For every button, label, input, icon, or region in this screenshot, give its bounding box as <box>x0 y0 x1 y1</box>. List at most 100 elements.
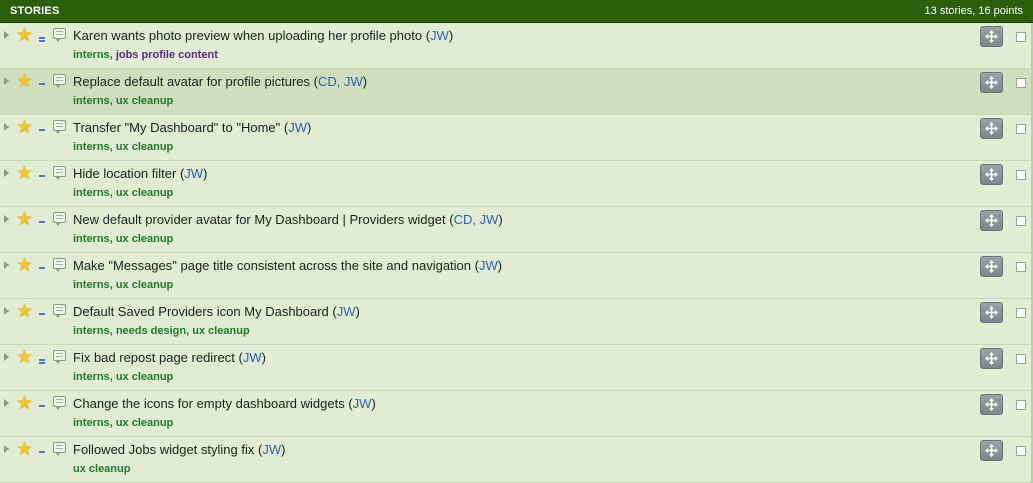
select-checkbox[interactable] <box>1016 124 1026 134</box>
story-label[interactable]: ux cleanup <box>116 187 173 199</box>
story-row[interactable]: ★ Followed Jobs widget styling fix (JW) ux… <box>0 437 1033 483</box>
story-owners[interactable]: JW <box>184 166 203 181</box>
story-owners[interactable]: JW <box>430 28 449 43</box>
story-title[interactable]: Transfer "My Dashboard" to "Home" (JW) <box>73 120 311 135</box>
story-label[interactable]: interns <box>73 325 110 337</box>
story-owners[interactable]: CD, JW <box>318 74 363 89</box>
story-title[interactable]: Change the icons for empty dashboard wid… <box>73 396 376 411</box>
story-row[interactable]: ★ Hide location filter (JW) interns, ux cl… <box>0 161 1033 207</box>
story-label[interactable]: ux cleanup <box>192 325 249 337</box>
star-icon[interactable]: ★ <box>16 440 33 459</box>
move-button[interactable] <box>980 72 1003 93</box>
move-button[interactable] <box>980 394 1003 415</box>
star-icon[interactable]: ★ <box>16 72 33 91</box>
story-row[interactable]: ★ Karen wants photo preview when uploadin… <box>0 23 1033 69</box>
story-label[interactable]: ux cleanup <box>116 417 173 429</box>
estimate-points-icon[interactable] <box>39 36 45 42</box>
story-label[interactable]: ux cleanup <box>116 233 173 245</box>
story-label[interactable]: ux cleanup <box>116 141 173 153</box>
move-button[interactable] <box>980 164 1003 185</box>
expand-arrow-icon[interactable] <box>4 123 9 131</box>
story-title[interactable]: Followed Jobs widget styling fix (JW) <box>73 442 285 457</box>
star-icon[interactable]: ★ <box>16 256 33 275</box>
move-button[interactable] <box>980 26 1003 47</box>
expand-arrow-icon[interactable] <box>4 169 9 177</box>
story-label[interactable]: needs design <box>116 325 186 337</box>
star-icon[interactable]: ★ <box>16 26 33 45</box>
story-label[interactable]: interns <box>73 279 110 291</box>
star-icon[interactable]: ★ <box>16 118 33 137</box>
select-checkbox[interactable] <box>1016 308 1026 318</box>
select-checkbox[interactable] <box>1016 400 1026 410</box>
story-row[interactable]: ★ Fix bad repost page redirect (JW) intern… <box>0 345 1033 391</box>
expand-arrow-icon[interactable] <box>4 31 9 39</box>
estimate-points-icon[interactable] <box>39 82 45 85</box>
story-label[interactable]: jobs profile content <box>116 49 218 61</box>
story-owners[interactable]: JW <box>262 442 281 457</box>
estimate-points-icon[interactable] <box>39 266 45 269</box>
story-label[interactable]: ux cleanup <box>73 463 130 475</box>
story-row[interactable]: ★ Make "Messages" page title consistent a… <box>0 253 1033 299</box>
story-owners[interactable]: JW <box>353 396 372 411</box>
story-label[interactable]: ux cleanup <box>116 371 173 383</box>
move-button[interactable] <box>980 348 1003 369</box>
star-icon[interactable]: ★ <box>16 394 33 413</box>
story-owners[interactable]: JW <box>479 258 498 273</box>
estimate-points-icon[interactable] <box>39 450 45 453</box>
story-row[interactable]: ★ Replace default avatar for profile pict… <box>0 69 1033 115</box>
story-title[interactable]: Make "Messages" page title consistent ac… <box>73 258 502 273</box>
star-icon[interactable]: ★ <box>16 348 33 367</box>
story-title[interactable]: New default provider avatar for My Dashb… <box>73 212 503 227</box>
select-checkbox[interactable] <box>1016 446 1026 456</box>
select-checkbox[interactable] <box>1016 78 1026 88</box>
story-owners[interactable]: CD, JW <box>454 212 499 227</box>
estimate-points-icon[interactable] <box>39 128 45 131</box>
select-checkbox[interactable] <box>1016 216 1026 226</box>
story-row[interactable]: ★ Transfer "My Dashboard" to "Home" (JW) i… <box>0 115 1033 161</box>
expand-arrow-icon[interactable] <box>4 399 9 407</box>
story-title[interactable]: Karen wants photo preview when uploading… <box>73 28 453 43</box>
estimate-points-icon[interactable] <box>39 220 45 223</box>
story-label[interactable]: interns <box>73 233 110 245</box>
story-title[interactable]: Default Saved Providers icon My Dashboar… <box>73 304 360 319</box>
story-title[interactable]: Hide location filter (JW) <box>73 166 207 181</box>
story-label[interactable]: interns <box>73 187 110 199</box>
story-label[interactable]: interns <box>73 417 110 429</box>
story-title[interactable]: Replace default avatar for profile pictu… <box>73 74 367 89</box>
move-button[interactable] <box>980 256 1003 277</box>
estimate-points-icon[interactable] <box>39 312 45 315</box>
story-title[interactable]: Fix bad repost page redirect (JW) <box>73 350 266 365</box>
estimate-points-icon[interactable] <box>39 404 45 407</box>
select-checkbox[interactable] <box>1016 170 1026 180</box>
star-icon[interactable]: ★ <box>16 164 33 183</box>
star-icon[interactable]: ★ <box>16 302 33 321</box>
expand-arrow-icon[interactable] <box>4 215 9 223</box>
story-owners[interactable]: JW <box>337 304 356 319</box>
story-row[interactable]: ★ Default Saved Providers icon My Dashboa… <box>0 299 1033 345</box>
story-owners[interactable]: JW <box>243 350 262 365</box>
move-button[interactable] <box>980 210 1003 231</box>
select-checkbox[interactable] <box>1016 262 1026 272</box>
story-label[interactable]: ux cleanup <box>116 279 173 291</box>
move-button[interactable] <box>980 302 1003 323</box>
story-owners[interactable]: JW <box>288 120 307 135</box>
expand-arrow-icon[interactable] <box>4 261 9 269</box>
star-icon[interactable]: ★ <box>16 210 33 229</box>
move-button[interactable] <box>980 440 1003 461</box>
story-label[interactable]: interns <box>73 371 110 383</box>
expand-arrow-icon[interactable] <box>4 77 9 85</box>
story-label[interactable]: interns <box>73 95 110 107</box>
story-row[interactable]: ★ Change the icons for empty dashboard wi… <box>0 391 1033 437</box>
estimate-points-icon[interactable] <box>39 358 45 364</box>
estimate-points-icon[interactable] <box>39 174 45 177</box>
expand-arrow-icon[interactable] <box>4 445 9 453</box>
expand-arrow-icon[interactable] <box>4 307 9 315</box>
story-label[interactable]: interns <box>73 49 110 61</box>
story-label[interactable]: ux cleanup <box>116 95 173 107</box>
story-row[interactable]: ★ New default provider avatar for My Dash… <box>0 207 1033 253</box>
select-checkbox[interactable] <box>1016 354 1026 364</box>
move-button[interactable] <box>980 118 1003 139</box>
expand-arrow-icon[interactable] <box>4 353 9 361</box>
select-checkbox[interactable] <box>1016 32 1026 42</box>
story-label[interactable]: interns <box>73 141 110 153</box>
